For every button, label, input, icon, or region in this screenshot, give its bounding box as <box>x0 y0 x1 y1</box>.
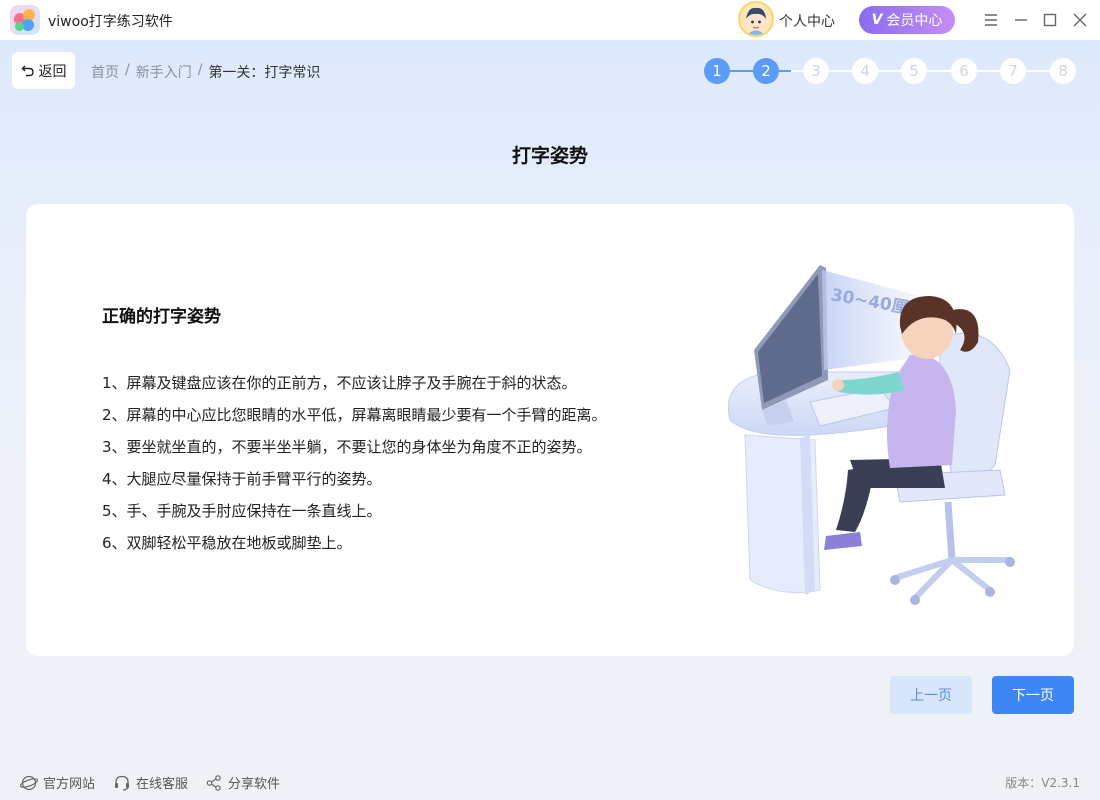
step-4[interactable]: 4 <box>852 58 878 84</box>
minimize-icon[interactable] <box>1011 10 1031 30</box>
share-icon <box>206 774 221 791</box>
breadcrumb-home[interactable]: 首页 <box>91 62 119 82</box>
prev-page-button[interactable]: 上一页 <box>890 676 972 714</box>
close-icon[interactable] <box>1070 10 1090 30</box>
step-8[interactable]: 8 <box>1050 58 1076 84</box>
back-label: 返回 <box>38 63 67 80</box>
breadcrumb: 首页 / 新手入门 / 第一关：打字常识 <box>91 62 320 82</box>
next-page-button[interactable]: 下一页 <box>992 676 1074 714</box>
back-arrow-icon <box>21 65 34 76</box>
step-1[interactable]: 1 <box>704 58 730 84</box>
online-support-label: 在线客服 <box>136 777 189 792</box>
step-5[interactable]: 5 <box>901 58 927 84</box>
rule-item: 4、大腿应尽量保持于前手臂平行的姿势。 <box>102 470 382 488</box>
title-bar: viwoo打字练习软件 个人中心 V 会员中心 <box>0 0 1100 40</box>
vip-label: 会员中心 <box>886 13 943 29</box>
step-2[interactable]: 2 <box>753 58 779 84</box>
breadcrumb-current: 第一关：打字常识 <box>208 65 321 81</box>
section-title: 打字姿势 <box>511 145 588 167</box>
typing-posture-illustration: 30~40厘米 <box>727 265 1015 605</box>
official-site-label: 官方网站 <box>43 777 96 792</box>
version-label: 版本：V2.3.1 <box>1005 776 1080 790</box>
rule-item: 6、双脚轻松平稳放在地板或脚垫上。 <box>102 534 352 552</box>
globe-icon <box>20 775 38 790</box>
maximize-icon[interactable] <box>1040 10 1060 30</box>
rule-item: 1、屏幕及键盘应该在你的正前方，不应该让脖子及手腕在于斜的状态。 <box>102 374 577 392</box>
breadcrumb-separator: / <box>125 62 130 78</box>
breadcrumb-beginner[interactable]: 新手入门 <box>136 62 192 82</box>
app-logo-icon <box>10 5 40 35</box>
rule-item: 2、屏幕的中心应比您眼睛的水平低，屏幕离眼睛最少要有一个手臂的距离。 <box>102 406 607 424</box>
card-heading: 正确的打字姿势 <box>102 307 221 327</box>
content-card: 正确的打字姿势 1、屏幕及键盘应该在你的正前方，不应该让脖子及手腕在于斜的状态。… <box>26 204 1074 656</box>
rules-list: 1、屏幕及键盘应该在你的正前方，不应该让脖子及手腕在于斜的状态。 2、屏幕的中心… <box>102 372 607 564</box>
step-indicator: 1 2 3 4 5 6 7 8 <box>704 58 1076 84</box>
vip-center-button[interactable]: V 会员中心 <box>859 6 955 34</box>
rule-item: 3、要坐就坐直的，不要半坐半躺，不要让您的身体坐为角度不正的姿势。 <box>102 438 592 456</box>
online-support-link[interactable]: 在线客服 <box>113 773 188 792</box>
share-software-label: 分享软件 <box>228 777 281 792</box>
headset-icon <box>115 775 129 791</box>
rule-item: 5、手、手腕及手肘应保持在一条直线上。 <box>102 502 382 520</box>
step-6[interactable]: 6 <box>951 58 977 84</box>
step-3[interactable]: 3 <box>803 58 829 84</box>
avatar[interactable] <box>738 1 774 37</box>
user-center-link[interactable]: 个人中心 <box>779 11 835 31</box>
vip-icon: V <box>871 12 883 28</box>
menu-icon[interactable] <box>981 10 1001 30</box>
step-7[interactable]: 7 <box>1000 58 1026 84</box>
share-software-link[interactable]: 分享软件 <box>205 773 280 792</box>
breadcrumb-separator: / <box>197 62 203 78</box>
app-title: viwoo打字练习软件 <box>48 14 173 30</box>
back-button[interactable]: 返回 <box>12 52 75 89</box>
official-site-link[interactable]: 官方网站 <box>20 773 95 792</box>
